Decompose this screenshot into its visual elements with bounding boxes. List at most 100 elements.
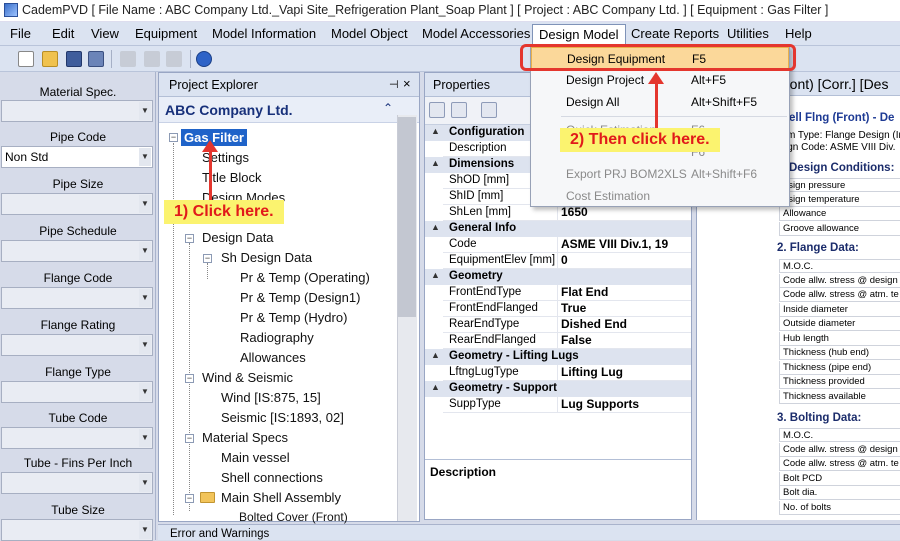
- chevron-down-icon[interactable]: ▼: [139, 148, 151, 166]
- property-row[interactable]: FrontEndType Flat End: [425, 285, 691, 301]
- property-value[interactable]: 1650: [561, 205, 588, 219]
- property-value[interactable]: 0: [561, 253, 568, 267]
- menu-model-accessories[interactable]: Model Accessories: [422, 26, 530, 41]
- tree-node-main-vessel[interactable]: Main vessel: [221, 450, 290, 465]
- tree-node-sh-design-data[interactable]: Sh Design Data: [221, 250, 312, 265]
- expand-material-specs-icon[interactable]: −: [185, 434, 194, 443]
- property-row[interactable]: Code ASME VIII Div.1, 19: [425, 237, 691, 253]
- expand-gas-filter-icon[interactable]: −: [169, 133, 178, 142]
- collapse-category-icon[interactable]: ▲: [431, 158, 440, 168]
- menu-edit[interactable]: Edit: [52, 26, 74, 41]
- chevron-down-icon[interactable]: ▼: [139, 474, 151, 492]
- property-value[interactable]: False: [561, 333, 592, 347]
- cut-icon[interactable]: [120, 51, 136, 67]
- menu-utilities[interactable]: Utilities: [727, 26, 769, 41]
- chevron-down-icon[interactable]: ▼: [139, 336, 151, 354]
- tree-node-pr-temp-hydro[interactable]: Pr & Temp (Hydro): [240, 310, 347, 325]
- property-category[interactable]: ▲ General Info: [425, 221, 691, 237]
- chevron-down-icon[interactable]: ▼: [139, 383, 151, 401]
- chevron-down-icon[interactable]: ▼: [139, 102, 151, 120]
- expand-sh-design-data-icon[interactable]: −: [203, 254, 212, 263]
- property-value[interactable]: Lug Supports: [561, 397, 639, 411]
- paste-icon[interactable]: [166, 51, 182, 67]
- save-icon[interactable]: [66, 51, 82, 67]
- tree-node-material-specs[interactable]: Material Specs: [202, 430, 288, 445]
- collapse-icon[interactable]: ⌃: [383, 101, 393, 115]
- property-row[interactable]: RearEndType Dished End: [425, 317, 691, 333]
- property-row[interactable]: SuppType Lug Supports: [425, 397, 691, 413]
- property-pages-icon[interactable]: [481, 102, 497, 118]
- tube-size-combo[interactable]: ▼: [1, 519, 153, 541]
- expand-main-shell-icon[interactable]: −: [185, 494, 194, 503]
- chevron-down-icon[interactable]: ▼: [139, 429, 151, 447]
- error-warnings-panel[interactable]: Error and Warnings: [158, 524, 900, 540]
- company-header[interactable]: ABC Company Ltd. ⌃: [159, 97, 419, 123]
- property-value[interactable]: ASME VIII Div.1, 19: [561, 237, 668, 251]
- collapse-category-icon[interactable]: ▲: [431, 270, 440, 280]
- tree-node-pr-temp-design1[interactable]: Pr & Temp (Design1): [240, 290, 360, 305]
- property-row[interactable]: EquipmentElev [mm] 0: [425, 253, 691, 269]
- collapse-category-icon[interactable]: ▲: [431, 382, 440, 392]
- sort-az-icon[interactable]: [451, 102, 467, 118]
- flange-code-combo[interactable]: ▼: [1, 287, 153, 309]
- property-value[interactable]: Flat End: [561, 285, 608, 299]
- flange-type-combo[interactable]: ▼: [1, 381, 153, 403]
- menu-create-reports[interactable]: Create Reports: [631, 26, 719, 41]
- menu-item-design-all[interactable]: Design All Alt+Shift+F5: [531, 91, 789, 113]
- categorized-view-icon[interactable]: [429, 102, 445, 118]
- property-row[interactable]: LftngLugType Lifting Lug: [425, 365, 691, 381]
- help-icon[interactable]: [196, 51, 212, 67]
- pipe-code-combo[interactable]: Non Std ▼: [1, 146, 153, 168]
- expand-design-data-icon[interactable]: −: [185, 234, 194, 243]
- property-row[interactable]: FrontEndFlanged True: [425, 301, 691, 317]
- pin-icon[interactable]: ⊣: [389, 78, 399, 91]
- tube-code-combo[interactable]: ▼: [1, 427, 153, 449]
- close-icon[interactable]: ×: [403, 76, 411, 91]
- menu-help[interactable]: Help: [785, 26, 812, 41]
- tree-node-wind-seismic[interactable]: Wind & Seismic: [202, 370, 293, 385]
- expand-wind-seismic-icon[interactable]: −: [185, 374, 194, 383]
- save-all-icon[interactable]: [88, 51, 104, 67]
- menu-file[interactable]: File: [10, 26, 31, 41]
- explorer-scroll-thumb[interactable]: [398, 117, 416, 317]
- menu-model-object[interactable]: Model Object: [331, 26, 408, 41]
- tree-node-main-shell-assembly[interactable]: Main Shell Assembly: [221, 490, 341, 505]
- collapse-category-icon[interactable]: ▲: [431, 126, 440, 136]
- tree-node-seismic[interactable]: Seismic [IS:1893, 02]: [221, 410, 344, 425]
- menu-view[interactable]: View: [91, 26, 119, 41]
- menu-model-information[interactable]: Model Information: [212, 26, 316, 41]
- menu-equipment[interactable]: Equipment: [135, 26, 197, 41]
- collapse-category-icon[interactable]: ▲: [431, 350, 440, 360]
- tree-node-bolted-cover[interactable]: Bolted Cover (Front): [239, 510, 348, 524]
- section-design-conditions: Design Conditions:: [789, 162, 895, 174]
- chevron-down-icon[interactable]: ▼: [139, 521, 151, 539]
- property-category[interactable]: ▲ Geometry - Lifting Lugs: [425, 349, 691, 365]
- property-value[interactable]: Lifting Lug: [561, 365, 623, 379]
- flange-data-row: Code allw. stress @ design: [779, 273, 900, 288]
- pipe-size-combo[interactable]: ▼: [1, 193, 153, 215]
- collapse-category-icon[interactable]: ▲: [431, 222, 440, 232]
- property-value[interactable]: Dished End: [561, 317, 627, 331]
- property-row[interactable]: RearEndFlanged False: [425, 333, 691, 349]
- material-spec-combo[interactable]: ▼: [1, 100, 153, 122]
- tree-node-radiography[interactable]: Radiography: [240, 330, 314, 345]
- tube-fins-combo[interactable]: ▼: [1, 472, 153, 494]
- chevron-down-icon[interactable]: ▼: [139, 289, 151, 307]
- property-value[interactable]: True: [561, 301, 586, 315]
- open-folder-icon[interactable]: [42, 51, 58, 67]
- copy-icon[interactable]: [144, 51, 160, 67]
- flange-rating-combo[interactable]: ▼: [1, 334, 153, 356]
- menu-design-model[interactable]: Design Model: [532, 24, 626, 45]
- tree-node-allowances[interactable]: Allowances: [240, 350, 306, 365]
- chevron-down-icon[interactable]: ▼: [139, 195, 151, 213]
- tree-node-shell-connections[interactable]: Shell connections: [221, 470, 323, 485]
- tree-node-pr-temp-operating[interactable]: Pr & Temp (Operating): [240, 270, 370, 285]
- property-row[interactable]: ShLen [mm] 1650: [425, 205, 691, 221]
- new-file-icon[interactable]: [18, 51, 34, 67]
- pipe-schedule-combo[interactable]: ▼: [1, 240, 153, 262]
- property-category[interactable]: ▲ Geometry - Support: [425, 381, 691, 397]
- tree-node-wind[interactable]: Wind [IS:875, 15]: [221, 390, 321, 405]
- property-category[interactable]: ▲ Geometry: [425, 269, 691, 285]
- tree-node-design-data[interactable]: Design Data: [202, 230, 274, 245]
- chevron-down-icon[interactable]: ▼: [139, 242, 151, 260]
